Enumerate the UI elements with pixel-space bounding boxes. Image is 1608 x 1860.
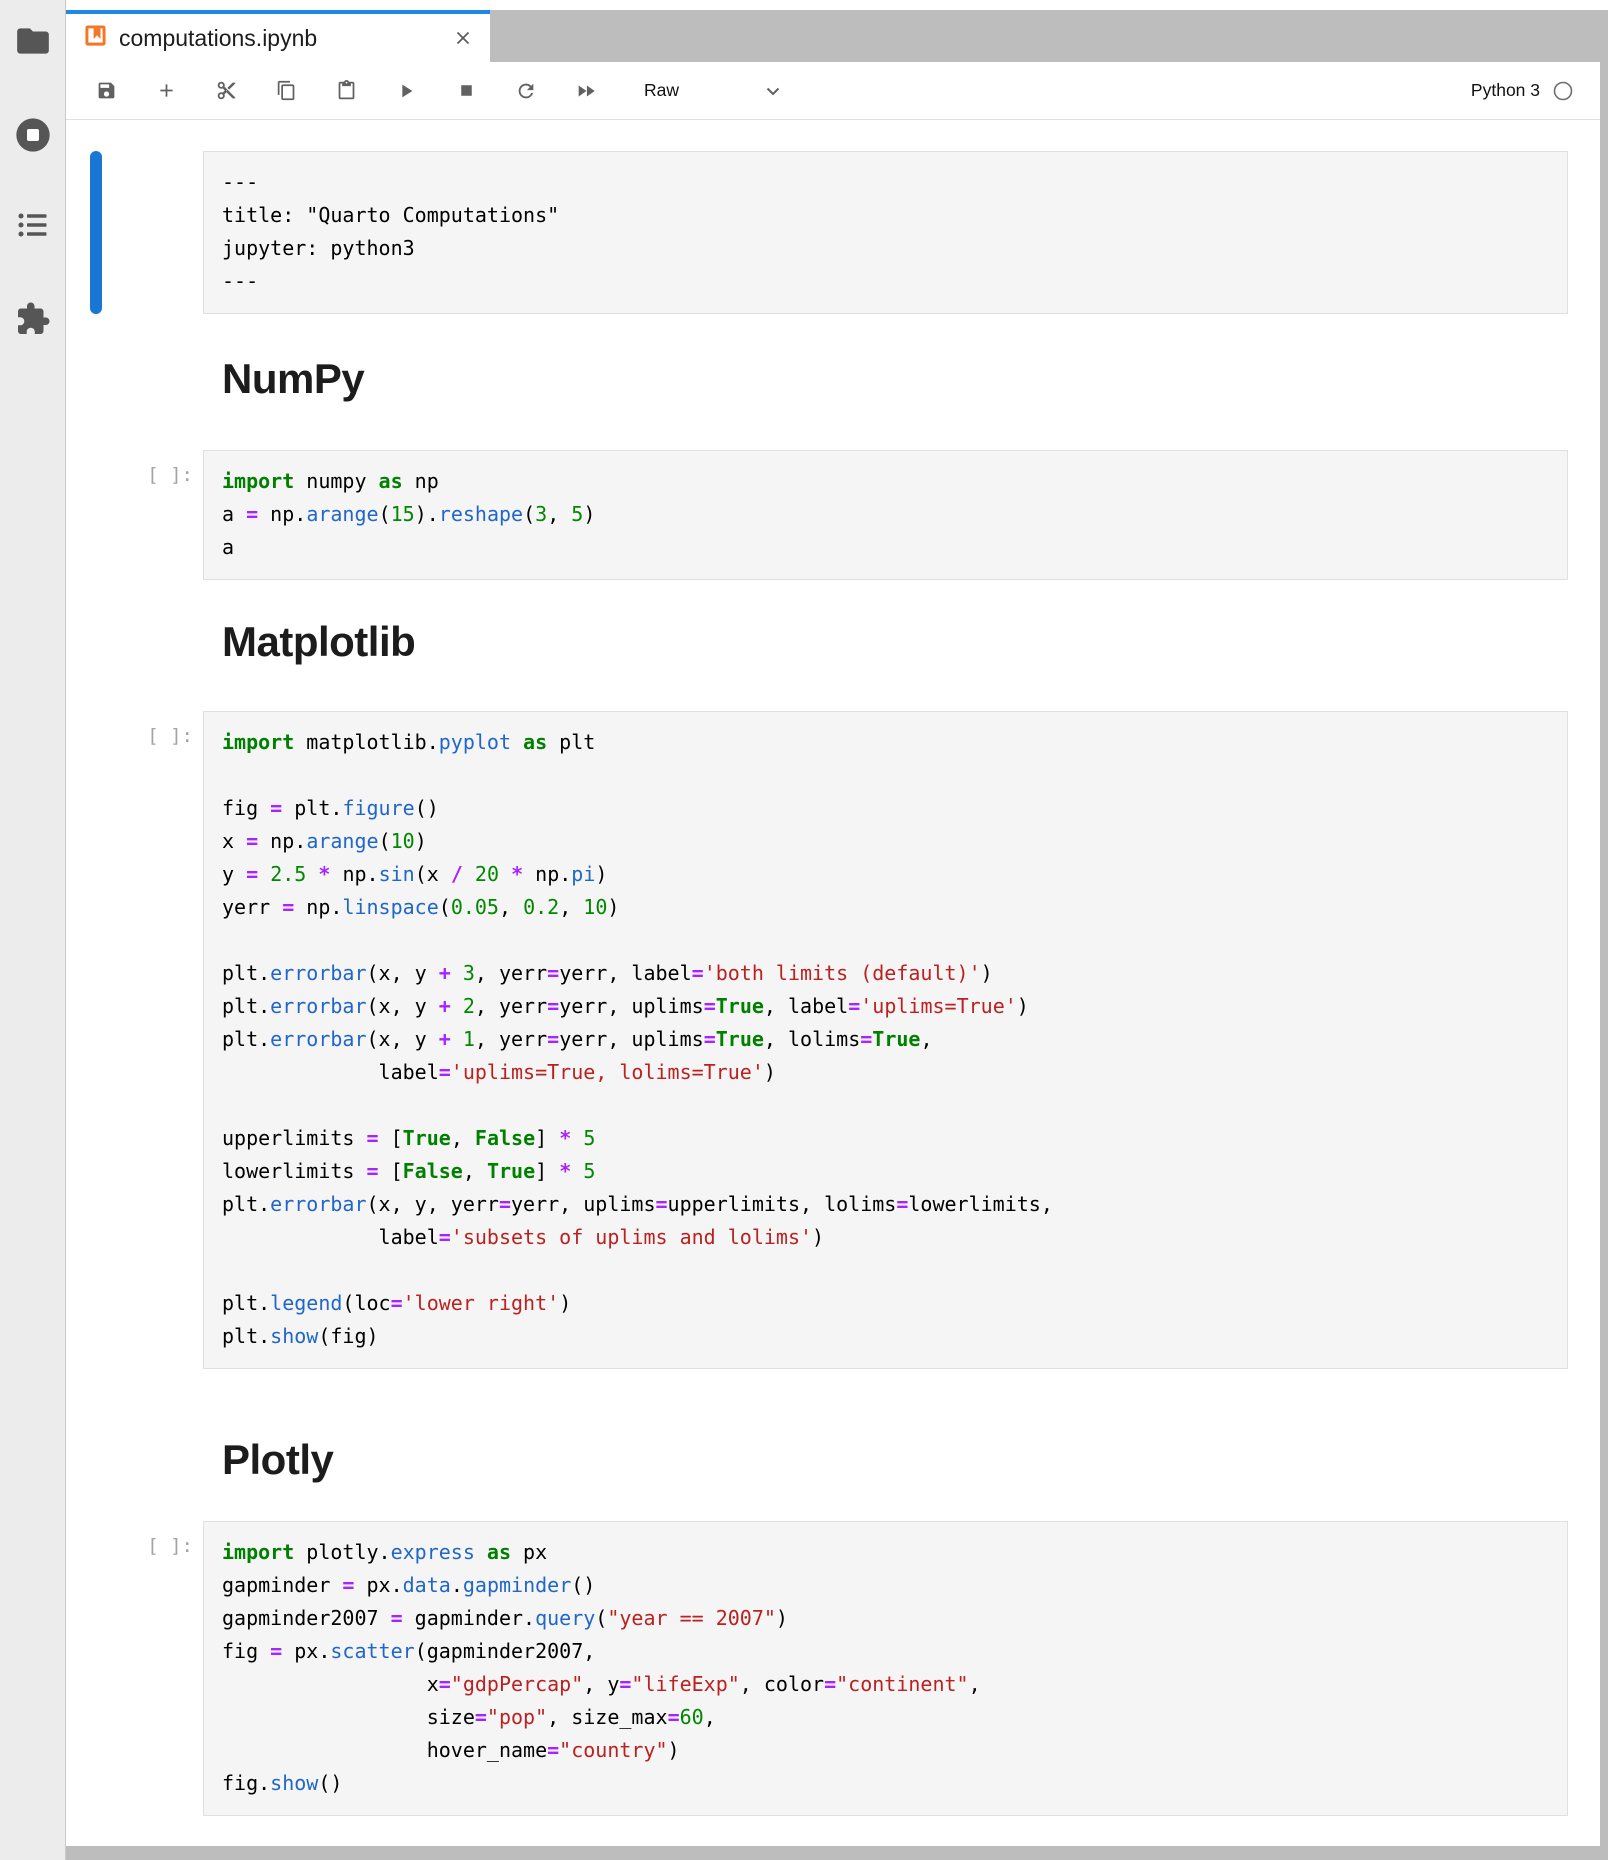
interrupt-kernel-button[interactable] xyxy=(436,68,496,114)
notebook-icon xyxy=(84,24,107,52)
restart-kernel-button[interactable] xyxy=(496,68,556,114)
table-of-contents-icon xyxy=(15,207,51,243)
sidebar-item-extensions[interactable] xyxy=(15,301,51,337)
add-cell-icon xyxy=(156,80,177,101)
raw-cell: ---title: "Quarto Computations"jupyter: … xyxy=(90,151,1568,314)
notebook-content: ---title: "Quarto Computations"jupyter: … xyxy=(66,120,1600,1816)
tab-bar: computations.ipynb xyxy=(66,10,1608,62)
cut-icon xyxy=(216,80,237,101)
cell-editor[interactable]: import plotly.express as pxgapminder = p… xyxy=(203,1521,1568,1816)
execution-count-prompt: [ ]: xyxy=(102,450,203,580)
right-edge-strip xyxy=(1600,10,1608,1860)
cell-editor[interactable]: ---title: "Quarto Computations"jupyter: … xyxy=(203,151,1568,314)
kernel-name[interactable]: Python 3 xyxy=(1471,80,1540,101)
run-all-icon xyxy=(575,80,597,102)
save-button[interactable] xyxy=(76,68,136,114)
section-heading: NumPy xyxy=(203,354,364,403)
add-cell-button[interactable] xyxy=(136,68,196,114)
cell-collapser[interactable] xyxy=(90,450,102,580)
execution-count-prompt: [ ]: xyxy=(102,1521,203,1816)
execution-count-prompt xyxy=(102,1435,203,1484)
code-cell: [ ]:import plotly.express as pxgapminder… xyxy=(90,1521,1568,1816)
code-cell: [ ]:import matplotlib.pyplot as plt fig … xyxy=(90,711,1568,1369)
markdown-cell: Matplotlib xyxy=(90,617,1568,666)
left-sidebar xyxy=(0,0,66,1860)
running-kernels-icon xyxy=(13,115,53,155)
jupyterlab-window: computations.ipynb xyxy=(0,0,1608,1860)
restart-icon xyxy=(515,80,537,102)
bottom-edge-strip xyxy=(66,1846,1608,1860)
run-all-cells-button[interactable] xyxy=(556,68,616,114)
run-icon xyxy=(395,80,417,102)
copy-icon xyxy=(276,80,297,101)
tab-title: computations.ipynb xyxy=(119,25,450,52)
execution-count-prompt xyxy=(102,151,203,314)
tab-computations-ipynb[interactable]: computations.ipynb xyxy=(66,10,490,62)
paste-cells-button[interactable] xyxy=(316,68,376,114)
cell-editor[interactable]: import matplotlib.pyplot as plt fig = pl… xyxy=(203,711,1568,1369)
cell-collapser[interactable] xyxy=(90,354,102,403)
execution-count-prompt xyxy=(102,354,203,403)
kernel-idle-circle-icon[interactable] xyxy=(1552,80,1574,102)
save-icon xyxy=(96,80,117,101)
cell-collapser[interactable] xyxy=(90,151,102,314)
sidebar-item-table-of-contents[interactable] xyxy=(15,207,51,243)
run-cell-button[interactable] xyxy=(376,68,436,114)
folder-icon xyxy=(14,22,52,60)
cell-collapser[interactable] xyxy=(90,1435,102,1484)
sidebar-item-file-browser[interactable] xyxy=(14,22,52,60)
cut-cells-button[interactable] xyxy=(196,68,256,114)
cell-type-dropdown[interactable]: Raw xyxy=(644,80,679,101)
cell-editor[interactable]: import numpy as npa = np.arange(15).resh… xyxy=(203,450,1568,580)
sidebar-item-running-kernels[interactable] xyxy=(13,115,53,155)
copy-cells-button[interactable] xyxy=(256,68,316,114)
paste-icon xyxy=(336,80,357,101)
section-heading: Plotly xyxy=(203,1435,333,1484)
extensions-icon xyxy=(15,301,51,337)
stop-icon xyxy=(456,80,477,101)
close-icon[interactable] xyxy=(450,25,476,51)
cell-collapser[interactable] xyxy=(90,711,102,1369)
section-heading: Matplotlib xyxy=(203,617,415,666)
markdown-cell: NumPy xyxy=(90,354,1568,403)
markdown-cell: Plotly xyxy=(90,1435,1568,1484)
execution-count-prompt xyxy=(102,617,203,666)
execution-count-prompt: [ ]: xyxy=(102,711,203,1369)
cell-collapser[interactable] xyxy=(90,1521,102,1816)
chevron-down-icon[interactable] xyxy=(761,79,785,103)
notebook-toolbar: Raw Python 3 xyxy=(66,62,1600,120)
cell-collapser[interactable] xyxy=(90,617,102,666)
code-cell: [ ]:import numpy as npa = np.arange(15).… xyxy=(90,450,1568,580)
